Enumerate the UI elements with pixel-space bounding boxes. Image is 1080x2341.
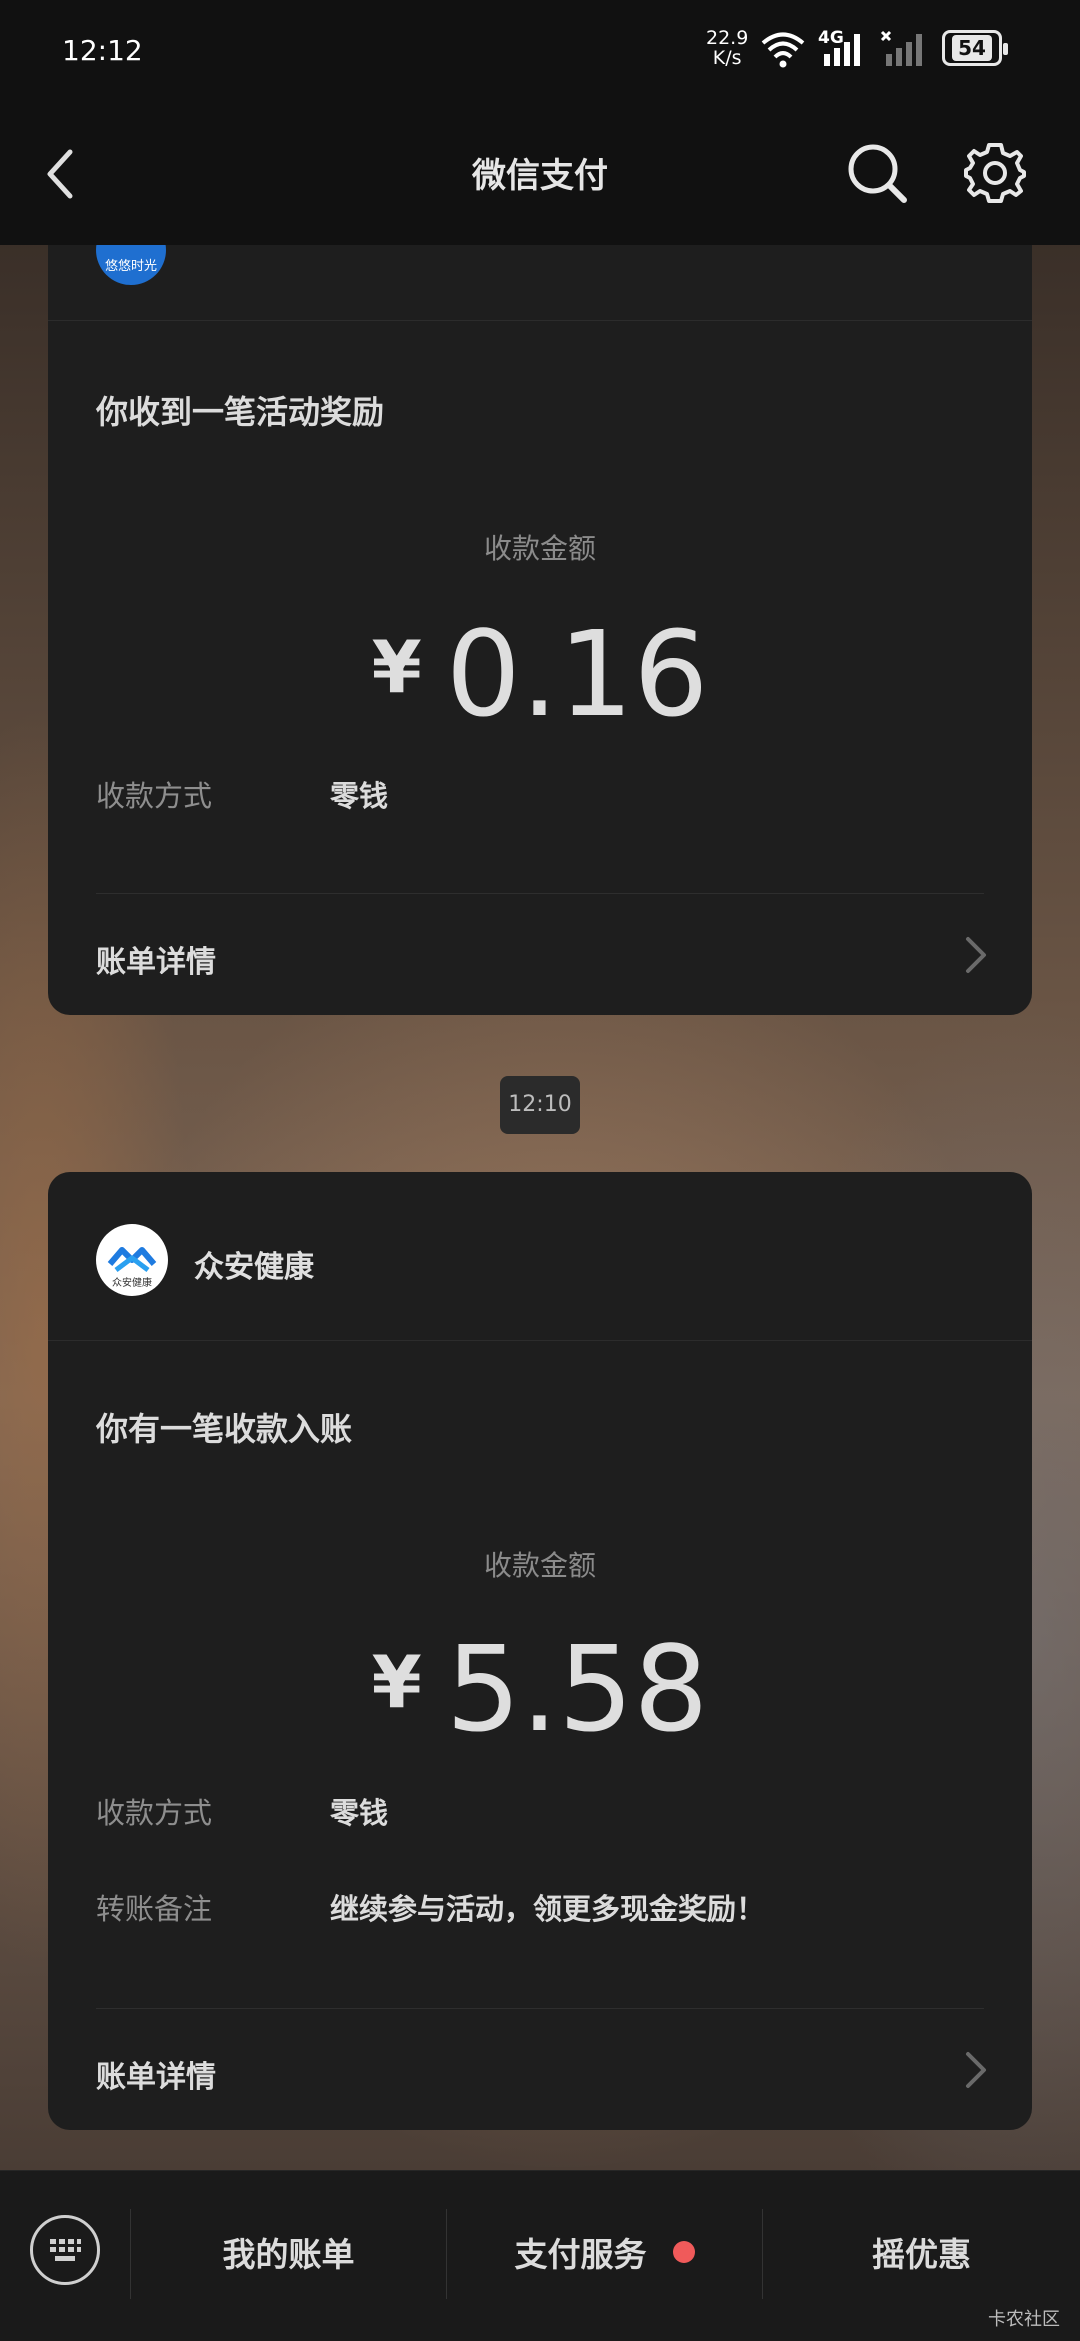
message-title: 你收到一笔活动奖励 xyxy=(96,393,385,431)
menu-my-bills[interactable]: 我的账单 xyxy=(131,2197,446,2307)
settings-button-overlay[interactable] xyxy=(964,142,1026,204)
amount-display: ¥0.16 xyxy=(48,605,1032,743)
card-header-divider xyxy=(48,320,1032,321)
card-divider xyxy=(96,893,984,894)
wifi-icon xyxy=(761,32,805,68)
bill-detail-link[interactable]: 账单详情 xyxy=(48,2010,1032,2130)
amount-display: ¥5.58 xyxy=(48,1620,1032,1758)
chevron-right-icon xyxy=(966,2052,986,2088)
nav-bar-overlay: 微信支付 xyxy=(0,100,1080,245)
amount-value: 5.58 xyxy=(445,1620,709,1758)
amount-label: 收款金额 xyxy=(483,532,596,565)
transfer-note-value: 继续参与活动，领更多现金奖励！ xyxy=(330,1892,766,1926)
payment-method-value: 零钱 xyxy=(330,779,389,813)
payment-card-2: 众安健康 众安健康 你有一笔收款入账 收款金额 ¥5.58 收款方式 零钱 转账… xyxy=(48,1172,1032,2130)
payment-method-value: 零钱 xyxy=(330,1796,389,1830)
chevron-right-icon xyxy=(966,937,986,973)
watermark: 卡农社区 xyxy=(988,2309,1060,2330)
page-title-overlay: 微信支付 xyxy=(472,156,608,196)
card-divider xyxy=(96,2008,984,2009)
notification-dot xyxy=(672,2241,695,2263)
merchant-avatar: 众安健康 xyxy=(96,1224,168,1296)
card-header-divider xyxy=(48,1340,1032,1341)
search-icon xyxy=(848,144,907,203)
signal-strength-icon xyxy=(824,34,860,66)
payment-method-label: 收款方式 xyxy=(96,1796,213,1830)
currency-symbol: ¥ xyxy=(371,625,422,709)
gear-icon xyxy=(964,143,1026,203)
bottom-menu-bar: 我的账单 支付服务 摇优惠 xyxy=(0,2170,1080,2341)
currency-symbol: ¥ xyxy=(371,1640,422,1724)
menu-payment-services[interactable]: 支付服务 xyxy=(447,2197,762,2307)
network-speed: 22.9 K/s xyxy=(706,27,749,69)
payment-method-label: 收款方式 xyxy=(96,779,213,813)
payment-card-1: 悠悠时光 你收到一笔活动奖励 收款金额 ¥0.16 收款方式 零钱 账单详情 xyxy=(48,215,1032,1015)
keyboard-toggle-button[interactable] xyxy=(30,2215,100,2285)
amount-label: 收款金额 xyxy=(483,1549,596,1582)
bill-detail-label: 账单详情 xyxy=(96,2060,216,2095)
message-title: 你有一笔收款入账 xyxy=(96,1410,353,1448)
transfer-note-label: 转账备注 xyxy=(96,1892,213,1926)
status-time: 12:12 xyxy=(62,34,143,67)
amount-value: 0.16 xyxy=(445,605,709,743)
battery-indicator: 54 xyxy=(942,30,1008,66)
bill-detail-link[interactable]: 账单详情 xyxy=(48,895,1032,1015)
bill-detail-label: 账单详情 xyxy=(96,945,216,980)
message-timestamp: 12:10 xyxy=(500,1076,580,1134)
status-bar: 12:12 22.9 K/s 4G 54 xyxy=(0,0,1080,100)
keyboard-icon xyxy=(50,2239,81,2261)
merchant-name: 众安健康 xyxy=(194,1250,314,1285)
menu-shake-deals[interactable]: 摇优惠 xyxy=(763,2197,1080,2307)
search-button-overlay[interactable] xyxy=(846,142,908,204)
signal-no-service-icon xyxy=(880,30,922,66)
